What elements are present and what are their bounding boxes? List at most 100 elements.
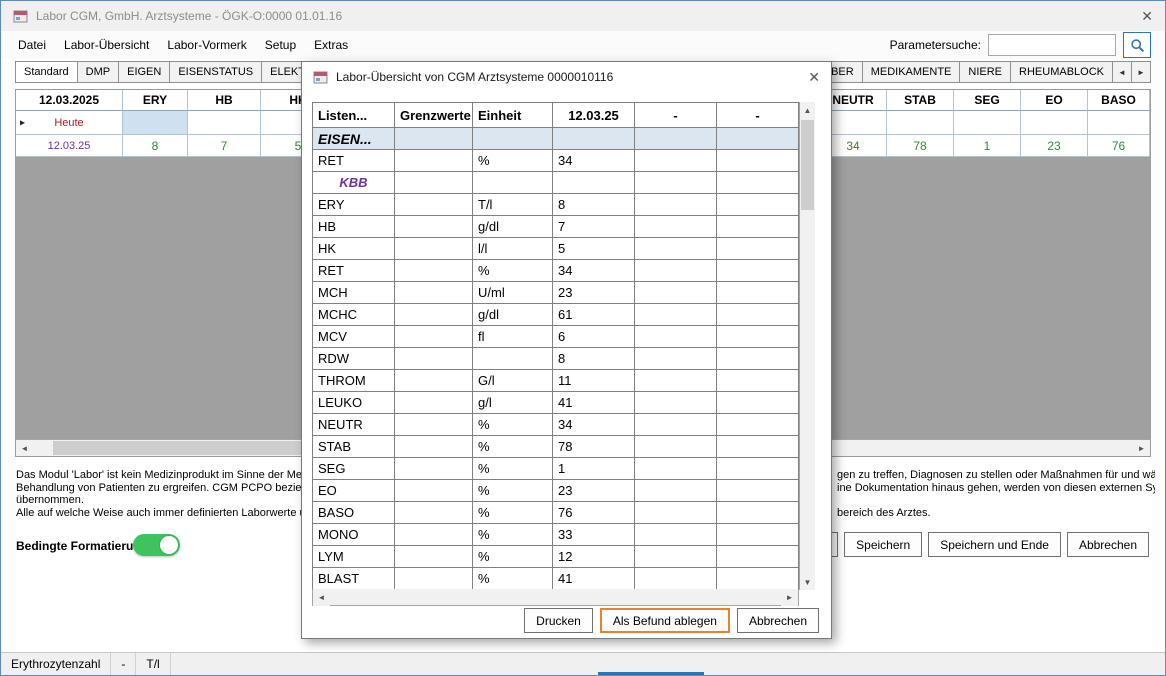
dialog-cell-dash2 [717, 260, 799, 282]
dialog-row[interactable]: EISEN... [313, 128, 799, 150]
tab-eigen[interactable]: EIGEN [119, 61, 170, 83]
grid-row-label[interactable]: ▸Heute [16, 111, 123, 135]
grid-scroll-left-icon[interactable]: ◄ [16, 440, 33, 457]
dialog-row[interactable]: MCHCg/dl61 [313, 304, 799, 326]
dialog-row[interactable]: MCVfl6 [313, 326, 799, 348]
titlebar: Labor CGM, GmbH. Arztsysteme - ÖGK-O:000… [1, 1, 1165, 31]
dialog-row[interactable]: RET%34 [313, 150, 799, 172]
dialog-cell-dash1 [635, 172, 717, 194]
button-abbrechen[interactable]: Abbrechen [1067, 532, 1149, 557]
conditional-formatting-toggle[interactable] [133, 534, 180, 556]
dialog-row[interactable]: SEG%1 [313, 458, 799, 480]
tab-rheumablock[interactable]: RHEUMABLOCK [1011, 61, 1113, 83]
menu-item-labor-vormerk[interactable]: Labor-Vormerk [158, 33, 255, 57]
dialog-cell-date: 6 [553, 326, 635, 348]
dialog-cell-dash2 [717, 392, 799, 414]
grid-cell[interactable]: 8 [123, 135, 188, 157]
dialog-row[interactable]: ERYT/l8 [313, 194, 799, 216]
dialog-cell-grenzwerte [395, 128, 473, 150]
dialog-col-dash2: - [717, 103, 799, 128]
dialog-row[interactable]: HKl/l5 [313, 238, 799, 260]
parametersuche-label: Parametersuche: [890, 38, 981, 52]
dialog-row[interactable]: LYM%12 [313, 546, 799, 568]
grid-cell[interactable]: 1 [954, 135, 1021, 157]
dialog-row[interactable]: MONO%33 [313, 524, 799, 546]
dialog-button-als-befund-ablegen[interactable]: Als Befund ablegen [600, 608, 730, 633]
dialog-scroll-up-icon[interactable]: ▲ [800, 102, 815, 118]
search-button[interactable] [1123, 32, 1151, 58]
dialog-button-drucken[interactable]: Drucken [524, 608, 593, 633]
grid-cell[interactable] [123, 111, 188, 135]
dialog-hscrollbar[interactable]: ◄ ► [312, 589, 799, 606]
dialog-vscrollbar[interactable]: ▲ ▼ [799, 102, 815, 590]
dialog-cell-dash2 [717, 414, 799, 436]
dialog-row[interactable]: RET%34 [313, 260, 799, 282]
dialog-scroll-right-icon[interactable]: ► [781, 589, 798, 606]
grid-cell[interactable] [1088, 111, 1150, 135]
dialog-row[interactable]: RDW8 [313, 348, 799, 370]
dialog-scroll-left-icon[interactable]: ◄ [313, 589, 330, 606]
menu-item-setup[interactable]: Setup [256, 33, 305, 57]
tab-scroll-right-icon[interactable]: ► [1132, 61, 1151, 83]
tab-niere[interactable]: NIERE [960, 61, 1011, 83]
tab-scroll-left-icon[interactable]: ◄ [1113, 61, 1132, 83]
dialog-cell-grenzwerte [395, 216, 473, 238]
dialog-hscroll-track[interactable] [330, 589, 781, 605]
tab-eisenstatus[interactable]: EISENSTATUS [170, 61, 262, 83]
dialog-cell-dash1 [635, 326, 717, 348]
dialog-row[interactable]: BASO%76 [313, 502, 799, 524]
dialog-button-abbrechen[interactable]: Abbrechen [737, 608, 819, 633]
status-item-0: Erythrozytenzahl [1, 653, 111, 675]
menu-item-extras[interactable]: Extras [305, 33, 357, 57]
disclaimer-left: Das Modul 'Labor' ist kein Medizinproduk… [16, 469, 304, 519]
dialog-row[interactable]: MCHU/ml23 [313, 282, 799, 304]
dialog-cell-dash1 [635, 370, 717, 392]
grid-cell[interactable]: 76 [1088, 135, 1150, 157]
dialog-cell-date: 34 [553, 260, 635, 282]
dialog-cell-einheit: % [473, 480, 553, 502]
dialog-row[interactable]: HBg/dl7 [313, 216, 799, 238]
grid-cell[interactable] [954, 111, 1021, 135]
grid-cell[interactable] [887, 111, 954, 135]
grid-col-baso: BASO [1088, 90, 1150, 111]
grid-scroll-right-icon[interactable]: ► [1133, 440, 1150, 457]
button-speichern[interactable]: Speichern [844, 532, 922, 557]
dialog-title: Labor-Übersicht von CGM Arztsysteme 0000… [336, 70, 613, 84]
grid-row-label[interactable]: 12.03.25 [16, 135, 123, 157]
dialog-row[interactable]: LEUKOg/l41 [313, 392, 799, 414]
dialog-cell-grenzwerte [395, 304, 473, 326]
dialog-cell-grenzwerte [395, 370, 473, 392]
dialog-row[interactable]: NEUTR%34 [313, 414, 799, 436]
dialog-row[interactable]: KBB [313, 172, 799, 194]
grid-cell[interactable] [188, 111, 261, 135]
dialog-row[interactable]: STAB%78 [313, 436, 799, 458]
dialog-cell-einheit: g/dl [473, 216, 553, 238]
grid-cell[interactable]: 23 [1021, 135, 1088, 157]
dialog-row[interactable]: THROMG/l11 [313, 370, 799, 392]
tab-dmp[interactable]: DMP [78, 61, 119, 83]
dialog-cell-dash1 [635, 282, 717, 304]
dialog-row[interactable]: EO%23 [313, 480, 799, 502]
tab-medikamente[interactable]: MEDIKAMENTE [863, 61, 961, 83]
dialog-body: EISEN...RET%34KBBERYT/l8HBg/dl7HKl/l5RET… [313, 128, 799, 590]
window-close-icon[interactable]: ✕ [1141, 8, 1153, 25]
disclaimer-line: übernommen. [16, 494, 304, 507]
dialog-row[interactable]: BLAST%41 [313, 568, 799, 590]
menu-item-labor-bersicht[interactable]: Labor-Übersicht [55, 33, 158, 57]
dialog-cell-grenzwerte [395, 172, 473, 194]
dialog-close-icon[interactable]: ✕ [808, 69, 820, 86]
button-speichern-und-ende[interactable]: Speichern und Ende [928, 532, 1061, 557]
dialog-vscroll-track[interactable] [800, 118, 815, 574]
dialog-cell-einheit [473, 172, 553, 194]
disclaimer-line: ine Dokumentation hinaus gehen, werden v… [837, 482, 1155, 495]
menu-item-datei[interactable]: Datei [9, 33, 55, 57]
grid-cell[interactable]: 78 [887, 135, 954, 157]
parametersuche-input[interactable] [988, 34, 1116, 56]
grid-cell[interactable]: 7 [188, 135, 261, 157]
grid-cell[interactable] [1021, 111, 1088, 135]
dialog-cell-dash2 [717, 172, 799, 194]
tab-standard[interactable]: Standard [15, 61, 78, 83]
grid-col-seg: SEG [954, 90, 1021, 111]
dialog-scroll-down-icon[interactable]: ▼ [800, 574, 815, 590]
dialog-vscroll-thumb[interactable] [801, 120, 814, 210]
